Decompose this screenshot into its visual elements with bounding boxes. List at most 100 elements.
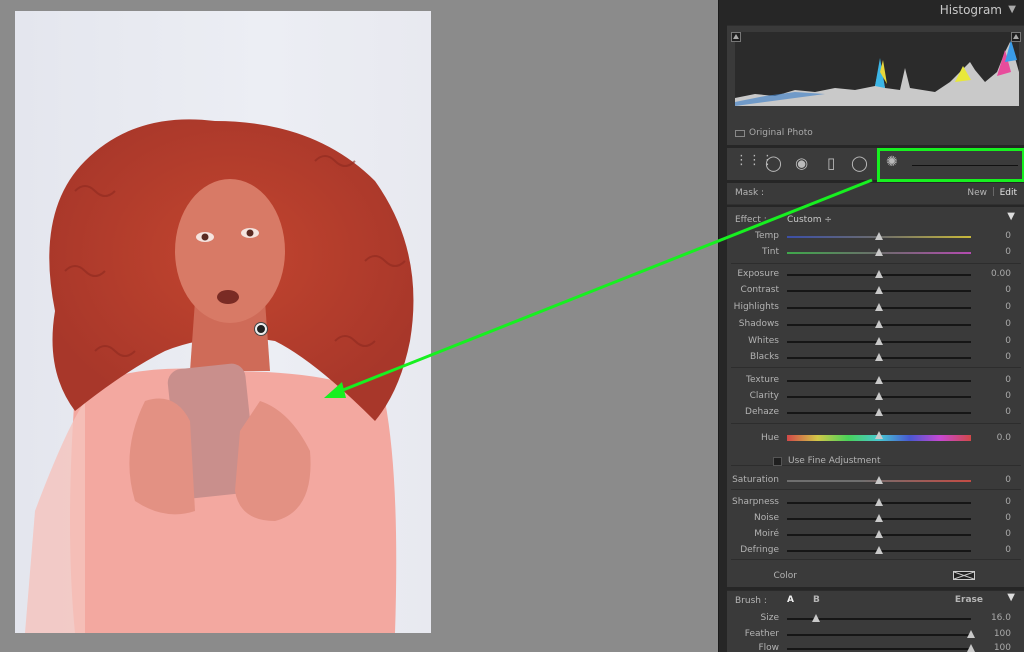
effect-preset-select[interactable]: Custom ÷ xyxy=(787,215,832,225)
slider-handle[interactable] xyxy=(875,353,883,361)
checkbox-icon[interactable] xyxy=(773,456,782,466)
slider-value[interactable]: 0 xyxy=(981,231,1011,241)
slider-row-sharpness[interactable]: Sharpness 0 xyxy=(727,495,1024,511)
slider-row-temp[interactable]: Temp 0 xyxy=(727,229,1024,245)
slider-handle[interactable] xyxy=(967,630,975,638)
slider-handle[interactable] xyxy=(875,286,883,294)
slider-track[interactable] xyxy=(787,546,971,554)
slider-value[interactable]: 0.00 xyxy=(981,269,1011,279)
slider-handle[interactable] xyxy=(875,320,883,328)
slider-row-exposure[interactable]: Exposure 0.00 xyxy=(727,267,1024,283)
slider-row-tint[interactable]: Tint 0 xyxy=(727,245,1024,261)
slider-handle[interactable] xyxy=(875,303,883,311)
slider-handle[interactable] xyxy=(875,376,883,384)
slider-row-highlights[interactable]: Highlights 0 xyxy=(727,300,1024,316)
adjustment-brush-icon[interactable]: ✺ xyxy=(886,154,898,170)
highlight-clipping-indicator[interactable] xyxy=(1011,32,1021,42)
slider-value[interactable]: 0 xyxy=(981,285,1011,295)
slider-value[interactable]: 0 xyxy=(981,545,1011,555)
mask-new-button[interactable]: New xyxy=(967,188,987,198)
slider-track[interactable] xyxy=(787,614,971,622)
slider-row-dehaze[interactable]: Dehaze 0 xyxy=(727,405,1024,421)
slider-handle[interactable] xyxy=(875,337,883,345)
slider-row-texture[interactable]: Texture 0 xyxy=(727,373,1024,389)
brush-slider-size[interactable]: Size 16.0 xyxy=(727,611,1024,627)
slider-value[interactable]: 100 xyxy=(981,629,1011,639)
slider-track[interactable] xyxy=(787,392,971,400)
slider-value[interactable]: 100 xyxy=(981,643,1011,652)
slider-value[interactable]: 0 xyxy=(981,319,1011,329)
slider-track[interactable] xyxy=(787,270,971,278)
slider-track[interactable] xyxy=(787,232,971,240)
slider-track[interactable] xyxy=(787,303,971,311)
slider-row-contrast[interactable]: Contrast 0 xyxy=(727,283,1024,299)
slider-row-defringe[interactable]: Defringe 0 xyxy=(727,543,1024,559)
slider-track[interactable] xyxy=(787,498,971,506)
slider-track[interactable] xyxy=(787,408,971,416)
slider-track[interactable] xyxy=(787,476,971,484)
red-eye-icon[interactable]: ◉ xyxy=(795,154,808,172)
slider-value[interactable]: 0 xyxy=(981,247,1011,257)
slider-track[interactable] xyxy=(787,644,975,652)
slider-row-clarity[interactable]: Clarity 0 xyxy=(727,389,1024,405)
slider-value[interactable]: 16.0 xyxy=(981,613,1011,623)
slider-handle[interactable] xyxy=(875,270,883,278)
slider-track[interactable] xyxy=(787,514,971,522)
slider-value[interactable]: 0 xyxy=(981,336,1011,346)
slider-handle[interactable] xyxy=(875,248,883,256)
slider-handle[interactable] xyxy=(875,546,883,554)
adjustment-brush-highlight[interactable]: ✺ xyxy=(877,148,1024,182)
slider-row-blacks[interactable]: Blacks 0 xyxy=(727,350,1024,366)
slider-value[interactable]: 0 xyxy=(981,391,1011,401)
slider-handle[interactable] xyxy=(875,514,883,522)
photo-canvas[interactable] xyxy=(0,0,718,652)
brush-a-button[interactable]: A xyxy=(787,595,794,605)
slider-value[interactable]: 0 xyxy=(981,352,1011,362)
original-photo-toggle[interactable]: Original Photo xyxy=(735,128,813,138)
slider-row-moir[interactable]: Moiré 0 xyxy=(727,527,1024,543)
brush-b-button[interactable]: B xyxy=(813,595,820,605)
spot-removal-icon[interactable]: ◯ xyxy=(765,154,782,172)
photo-preview[interactable] xyxy=(15,11,431,633)
slider-value[interactable]: 0.0 xyxy=(981,433,1011,443)
shadow-clipping-indicator[interactable] xyxy=(731,32,741,42)
slider-handle[interactable] xyxy=(875,232,883,240)
radial-filter-icon[interactable]: ◯ xyxy=(851,154,868,172)
collapse-triangle-icon[interactable]: ▼ xyxy=(1007,211,1015,222)
collapse-triangle-icon[interactable]: ▼ xyxy=(1008,4,1016,15)
slider-handle[interactable] xyxy=(875,530,883,538)
brush-slider-flow[interactable]: Flow 100 xyxy=(727,641,1024,652)
slider-handle[interactable] xyxy=(967,644,975,652)
slider-value[interactable]: 0 xyxy=(981,529,1011,539)
graduated-filter-icon[interactable]: ▯ xyxy=(827,154,835,172)
mask-edit-button[interactable]: Edit xyxy=(1000,188,1017,198)
slider-handle[interactable] xyxy=(875,476,883,484)
slider-track[interactable] xyxy=(787,286,971,294)
slider-value[interactable]: 0 xyxy=(981,302,1011,312)
slider-track[interactable] xyxy=(787,530,971,538)
slider-track[interactable] xyxy=(787,353,971,361)
slider-track[interactable] xyxy=(787,376,971,384)
slider-handle[interactable] xyxy=(875,498,883,506)
slider-track[interactable] xyxy=(787,248,971,256)
slider-row-whites[interactable]: Whites 0 xyxy=(727,334,1024,350)
slider-track[interactable] xyxy=(787,630,975,638)
slider-handle[interactable] xyxy=(812,614,821,622)
slider-handle[interactable] xyxy=(875,431,883,439)
slider-track[interactable] xyxy=(787,320,971,328)
collapse-triangle-icon[interactable]: ▼ xyxy=(1007,592,1015,603)
slider-row-hue[interactable]: Hue 0.0 xyxy=(727,431,1024,447)
slider-track[interactable] xyxy=(787,337,971,345)
slider-row-saturation[interactable]: Saturation 0 xyxy=(727,473,1024,489)
slider-handle[interactable] xyxy=(875,392,883,400)
slider-value[interactable]: 0 xyxy=(981,475,1011,485)
slider-handle[interactable] xyxy=(875,408,883,416)
slider-row-shadows[interactable]: Shadows 0 xyxy=(727,317,1024,333)
slider-value[interactable]: 0 xyxy=(981,497,1011,507)
slider-value[interactable]: 0 xyxy=(981,375,1011,385)
slider-row-noise[interactable]: Noise 0 xyxy=(727,511,1024,527)
mask-pin[interactable] xyxy=(255,323,267,335)
histogram-header[interactable]: Histogram ▼ xyxy=(727,0,1024,22)
brush-erase-button[interactable]: Erase xyxy=(955,595,983,605)
slider-track[interactable] xyxy=(787,431,971,441)
